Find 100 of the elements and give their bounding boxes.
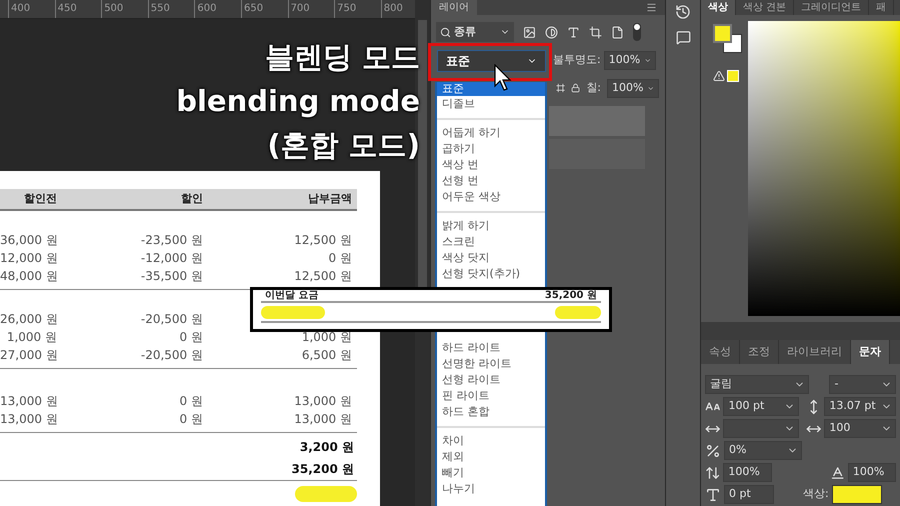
menu-item[interactable]: 색상 번 <box>437 157 545 173</box>
table-cell-text: 13,000 원 <box>293 411 352 428</box>
table-cell-text: -12,000 원 <box>140 250 203 267</box>
menu-item[interactable]: 디졸브 <box>437 96 545 112</box>
tsume-field[interactable]: 0% <box>724 441 802 460</box>
column-header: 할인 <box>180 190 203 207</box>
fill-label: 칠: <box>586 80 601 96</box>
gamut-swatch[interactable] <box>727 70 739 82</box>
menu-item[interactable]: 선형 번 <box>437 173 545 189</box>
half-circle-icon[interactable] <box>545 26 558 38</box>
column-header: 납부금액 <box>307 190 352 207</box>
panel-tab[interactable]: 색상 <box>701 0 736 15</box>
menu-item[interactable]: 빼기 <box>437 465 545 481</box>
menu-item[interactable]: 표준 <box>437 82 545 96</box>
comment-icon[interactable] <box>676 30 690 45</box>
fill-field[interactable]: 100% <box>607 78 659 98</box>
menu-item[interactable]: 핀 라이트 <box>437 388 545 404</box>
ruler-mark: 750 <box>334 0 381 18</box>
text-color-swatch[interactable] <box>832 485 882 504</box>
table-cell-text: 12,500 원 <box>293 268 352 285</box>
ruler-mark: 400 <box>8 0 55 18</box>
caption-text: blending mode <box>176 83 420 120</box>
ruler-mark: 600 <box>194 0 241 18</box>
table-cell-text: -20,500 원 <box>140 347 203 364</box>
panel-tab[interactable]: 그레이디언트 <box>794 0 870 15</box>
total-amount: 3,200 원 <box>300 439 355 456</box>
highlight-mark <box>261 306 325 318</box>
column-header: 할인전 <box>23 190 57 207</box>
font-size-field[interactable]: 100 pt <box>723 397 799 416</box>
spacing-icon <box>705 442 721 458</box>
menu-item[interactable]: 밝게 하기 <box>437 218 545 234</box>
baseline-shift-field[interactable]: 0 pt <box>724 485 774 504</box>
kerning-field[interactable] <box>723 419 799 438</box>
table-cell-text: 0 원 <box>178 329 203 346</box>
menu-item[interactable]: 하드 혼합 <box>437 404 545 420</box>
image-icon[interactable] <box>523 26 536 38</box>
ruler-mark: 500 <box>101 0 148 18</box>
vertical-scale-field[interactable]: 100% <box>723 463 772 482</box>
menu-item[interactable]: 어두운 색상 <box>437 189 545 205</box>
file-icon[interactable] <box>611 26 624 38</box>
menu-item[interactable]: 선형 닷지(추가) <box>437 266 545 282</box>
opacity-field[interactable]: 100% <box>604 51 656 70</box>
menu-item[interactable]: 하드 라이트 <box>437 340 545 356</box>
caption-text: 블렌딩 모드 <box>264 39 420 76</box>
blend-mode-dropdown[interactable]: 표준 <box>437 50 546 72</box>
panel-tab[interactable]: 레이어 <box>431 0 477 15</box>
color-label: 색상: <box>803 486 829 502</box>
menu-item[interactable]: 차이 <box>437 433 545 449</box>
panel-tab[interactable]: 색상 견본 <box>736 0 794 15</box>
color-field[interactable] <box>748 21 900 316</box>
table-cell-text: -23,500 원 <box>140 232 203 249</box>
leading-field[interactable]: 13.07 pt <box>824 397 896 416</box>
menu-item[interactable]: 제외 <box>437 449 545 465</box>
table-cell-text: -20,500 원 <box>140 311 203 328</box>
panel-tab[interactable]: 조정 <box>740 340 779 364</box>
caption-text: (혼합 모드) <box>267 127 420 164</box>
menu-icon[interactable] <box>646 2 657 13</box>
crop-icon[interactable] <box>589 26 602 38</box>
panel-tab[interactable]: 패 <box>869 0 894 15</box>
menu-item[interactable]: 색상 닷지 <box>437 250 545 266</box>
ruler-mark: 700 <box>288 0 334 18</box>
panel-tab[interactable]: 속성 <box>701 340 740 364</box>
table-cell-text: 0 원 <box>178 411 203 428</box>
ruler-mark: 650 <box>240 0 288 18</box>
search-icon <box>440 26 451 38</box>
menu-item[interactable]: 선명한 라이트 <box>437 356 545 372</box>
menu-item[interactable]: 선형 라이트 <box>437 372 545 388</box>
panel-tab[interactable]: 문자 <box>851 340 890 364</box>
horizontal-scale-field[interactable]: 100% <box>848 463 896 482</box>
vertical-scale-icon <box>705 464 720 480</box>
font-family-dropdown[interactable]: 굴림 <box>705 375 810 394</box>
table-cell-text: 13,000 원 <box>0 411 57 428</box>
cursor-icon <box>494 64 512 92</box>
table-cell-text: 1,000 원 <box>6 329 57 346</box>
table-cell-text: -35,500 원 <box>140 268 203 285</box>
menu-item[interactable]: 어둡게 하기 <box>437 125 545 141</box>
history-icon[interactable] <box>675 4 691 20</box>
table-cell-text: 12,500 원 <box>293 232 352 249</box>
filter-dropdown[interactable]: 종류 <box>436 22 514 42</box>
lock-icon[interactable] <box>571 82 580 94</box>
table-cell-text: 6,500 원 <box>300 347 352 364</box>
color-swatches-drawing[interactable] <box>713 24 743 54</box>
table-cell-text: 1,000 원 <box>300 329 352 346</box>
table-cell-text: 36,000 원 <box>0 232 57 249</box>
table-cell-text: 26,000 원 <box>0 311 57 328</box>
menu-item[interactable]: 곱하기 <box>437 141 545 157</box>
font-style-dropdown[interactable]: - <box>829 375 896 394</box>
table-cell-text: 27,000 원 <box>0 347 57 364</box>
tracking-field[interactable]: 100 <box>824 419 896 438</box>
filter-toggle[interactable] <box>633 23 641 41</box>
table-cell-text: 0 원 <box>178 393 203 410</box>
horizontal-scale-icon <box>830 464 845 480</box>
highlight-mark <box>555 306 601 318</box>
warning-icon <box>713 70 725 82</box>
table-cell-text: 48,000 원 <box>0 268 57 285</box>
menu-item[interactable]: 나누기 <box>437 481 545 497</box>
inset-amount: 35,200 원 <box>544 290 597 301</box>
table-cell-text: 13,000 원 <box>293 393 352 410</box>
menu-item[interactable]: 스크린 <box>437 234 545 250</box>
type-icon[interactable] <box>567 26 580 38</box>
